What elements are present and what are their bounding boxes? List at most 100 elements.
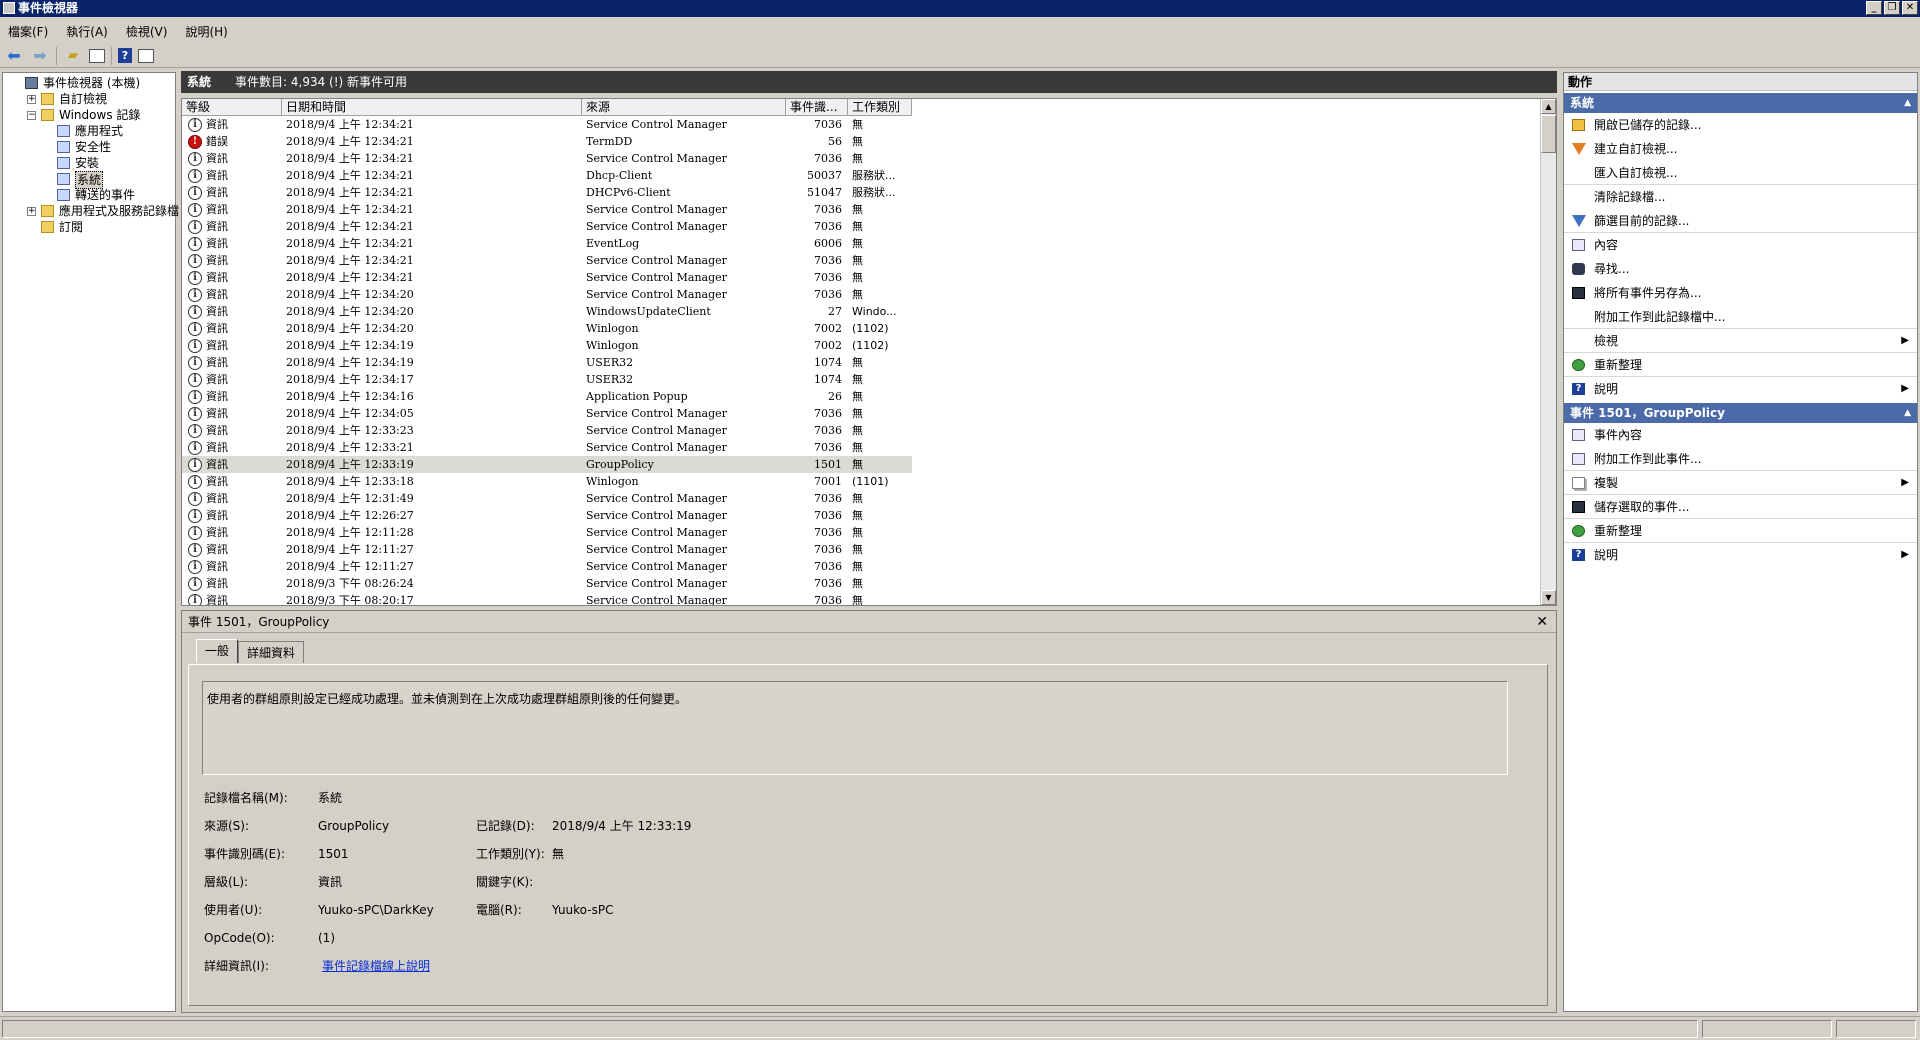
action-item[interactable]: 附加工作到此記錄檔中... <box>1564 305 1917 329</box>
more-info-link[interactable]: 事件記錄檔線上說明 <box>322 959 430 973</box>
table-row[interactable]: i 資訊 2018/9/4 上午 12:34:19 USER32 1074 無 <box>182 354 912 371</box>
action-item[interactable]: 尋找... <box>1564 257 1917 281</box>
action-item[interactable]: ? 說明 ▶ <box>1564 543 1917 567</box>
action-item[interactable]: 清除記錄檔... <box>1564 185 1917 209</box>
column-level[interactable]: 等級 <box>182 99 282 116</box>
menu-view[interactable]: 檢視(V) <box>126 23 168 40</box>
action-item[interactable]: 將所有事件另存為... <box>1564 281 1917 305</box>
column-source[interactable]: 來源 <box>582 99 786 116</box>
action-item[interactable]: 複製 ▶ <box>1564 471 1917 495</box>
event-list-header: 等級 日期和時間 來源 事件識... 工作類別 <box>182 99 1542 116</box>
restore-button[interactable]: ❐ <box>1884 1 1900 15</box>
action-item[interactable]: ? 說明 ▶ <box>1564 377 1917 401</box>
column-datetime[interactable]: 日期和時間 <box>282 99 582 116</box>
menu-file[interactable]: 檔案(F) <box>8 23 48 40</box>
table-row[interactable]: i 資訊 2018/9/4 上午 12:34:21 Service Control M… <box>182 218 912 235</box>
table-row[interactable]: i 資訊 2018/9/4 上午 12:34:21 Service Control M… <box>182 116 912 133</box>
info-icon: i <box>188 305 202 319</box>
show-hide-action-pane-icon[interactable] <box>138 48 154 63</box>
collapse-up-icon[interactable]: ▲ <box>1904 93 1911 113</box>
close-icon[interactable]: ✕ <box>1536 611 1548 633</box>
tree-node[interactable]: 安裝 <box>3 155 175 171</box>
collapse-up-icon[interactable]: ▲ <box>1904 403 1911 423</box>
table-row[interactable]: i 資訊 2018/9/4 上午 12:34:21 Service Control M… <box>182 150 912 167</box>
action-item[interactable]: 匯入自訂檢視... <box>1564 161 1917 185</box>
cell-task-category: 無 <box>852 526 863 539</box>
table-row[interactable]: i 資訊 2018/9/4 上午 12:33:19 GroupPolicy 1501 無 <box>182 456 912 473</box>
tree-node[interactable]: + 應用程式及服務記錄檔 <box>3 203 179 219</box>
cell-event-id: 7036 <box>814 407 842 420</box>
expand-plus-icon[interactable]: + <box>27 207 36 216</box>
action-item[interactable]: 內容 <box>1564 233 1917 257</box>
table-row[interactable]: i 資訊 2018/9/4 上午 12:34:20 Winlogon 7002 (1102… <box>182 320 912 337</box>
table-row[interactable]: i 資訊 2018/9/4 上午 12:33:23 Service Control M… <box>182 422 912 439</box>
table-row[interactable]: i 資訊 2018/9/4 上午 12:11:28 Service Control M… <box>182 524 912 541</box>
table-row[interactable]: i 資訊 2018/9/4 上午 12:34:21 Service Control M… <box>182 269 912 286</box>
menu-action[interactable]: 執行(A) <box>66 23 108 40</box>
actions-section-system[interactable]: 系統 ▲ <box>1564 93 1917 113</box>
back-arrow-icon[interactable]: ⬅ <box>4 46 24 65</box>
action-item[interactable]: 儲存選取的事件... <box>1564 495 1917 519</box>
tree-node[interactable]: 轉送的事件 <box>3 187 175 203</box>
table-row[interactable]: ! 錯誤 2018/9/4 上午 12:34:21 TermDD 56 無 <box>182 133 912 150</box>
cell-task-category: 無 <box>852 458 863 471</box>
scroll-thumb[interactable] <box>1541 115 1556 153</box>
table-row[interactable]: i 資訊 2018/9/4 上午 12:34:20 Service Control M… <box>182 286 912 303</box>
table-row[interactable]: i 資訊 2018/9/3 下午 08:26:24 Service Control M… <box>182 575 912 592</box>
collapse-minus-icon[interactable]: − <box>27 111 36 120</box>
table-row[interactable]: i 資訊 2018/9/4 上午 12:11:27 Service Control M… <box>182 541 912 558</box>
help-icon[interactable]: ? <box>118 48 132 63</box>
tree-node[interactable]: − Windows 記錄 <box>3 107 175 123</box>
tree-node[interactable]: 訂閱 <box>3 219 175 235</box>
table-row[interactable]: i 資訊 2018/9/3 下午 08:20:17 Service Control M… <box>182 592 912 605</box>
column-event-id[interactable]: 事件識... <box>786 99 848 116</box>
table-row[interactable]: i 資訊 2018/9/4 上午 12:34:05 Service Control M… <box>182 405 912 422</box>
cell-level: i 資訊 <box>182 235 282 252</box>
action-item[interactable]: 檢視 ▶ <box>1564 329 1917 353</box>
cell-source: Service Control Manager <box>586 509 727 522</box>
tree-node[interactable]: 應用程式 <box>3 123 175 139</box>
table-row[interactable]: i 資訊 2018/9/4 上午 12:34:19 Winlogon 7002 (1102… <box>182 337 912 354</box>
cell-task-category: 服務狀... <box>852 186 896 199</box>
event-list-scrollbar[interactable]: ▲ ▼ <box>1540 99 1556 605</box>
action-item[interactable]: 建立自訂檢視... <box>1564 137 1917 161</box>
forward-arrow-icon[interactable]: ➡ <box>30 46 50 65</box>
scroll-down-arrow-icon[interactable]: ▼ <box>1541 590 1556 605</box>
tab-general[interactable]: 一般 <box>196 639 239 663</box>
table-row[interactable]: i 資訊 2018/9/4 上午 12:34:21 EventLog 6006 無 <box>182 235 912 252</box>
action-item[interactable]: 附加工作到此事件... <box>1564 447 1917 471</box>
actions-section-event[interactable]: 事件 1501，GroupPolicy ▲ <box>1564 403 1917 423</box>
table-row[interactable]: i 資訊 2018/9/4 上午 12:33:21 Service Control M… <box>182 439 912 456</box>
table-row[interactable]: i 資訊 2018/9/4 上午 12:26:27 Service Control M… <box>182 507 912 524</box>
action-item[interactable]: 開啟已儲存的記錄... <box>1564 113 1917 137</box>
table-row[interactable]: i 資訊 2018/9/4 上午 12:34:21 Service Control M… <box>182 252 912 269</box>
table-row[interactable]: i 資訊 2018/9/4 上午 12:34:21 Dhcp-Client 50037 服… <box>182 167 912 184</box>
close-button[interactable]: ✕ <box>1902 1 1918 15</box>
expand-plus-icon[interactable]: + <box>27 95 36 104</box>
action-item[interactable]: 重新整理 <box>1564 519 1917 543</box>
tab-details[interactable]: 詳細資料 <box>238 641 305 663</box>
table-row[interactable]: i 資訊 2018/9/4 上午 12:11:27 Service Control M… <box>182 558 912 575</box>
action-item[interactable]: 重新整理 <box>1564 353 1917 377</box>
show-hide-tree-icon[interactable] <box>89 48 105 63</box>
table-row[interactable]: i 資訊 2018/9/4 上午 12:34:17 USER32 1074 無 <box>182 371 912 388</box>
table-row[interactable]: i 資訊 2018/9/4 上午 12:34:21 Service Control M… <box>182 201 912 218</box>
action-item[interactable]: 事件內容 <box>1564 423 1917 447</box>
table-row[interactable]: i 資訊 2018/9/4 上午 12:34:21 DHCPv6-Client 5104… <box>182 184 912 201</box>
tree-node[interactable]: 安全性 <box>3 139 175 155</box>
menu-help[interactable]: 說明(H) <box>185 23 227 40</box>
table-row[interactable]: i 資訊 2018/9/4 上午 12:34:16 Application Popup… <box>182 388 912 405</box>
cell-datetime: 2018/9/3 下午 08:26:24 <box>286 577 414 590</box>
column-task-category[interactable]: 工作類別 <box>848 99 912 116</box>
table-row[interactable]: i 資訊 2018/9/4 上午 12:33:18 Winlogon 7001 (1101… <box>182 473 912 490</box>
table-row[interactable]: i 資訊 2018/9/4 上午 12:31:49 Service Control M… <box>182 490 912 507</box>
tree-node[interactable]: 系統 <box>3 171 175 189</box>
tree-node[interactable]: 事件檢視器 (本機) <box>3 75 175 91</box>
table-row[interactable]: i 資訊 2018/9/4 上午 12:34:20 WindowsUpdateClie… <box>182 303 912 320</box>
event-description[interactable]: 使用者的群組原則設定已經成功處理。並未偵測到在上次成功處理群組原則後的任何變更。 <box>202 681 1508 775</box>
scroll-up-arrow-icon[interactable]: ▲ <box>1541 99 1556 114</box>
tree-node[interactable]: + 自訂檢視 <box>3 91 175 107</box>
action-item[interactable]: 篩選目前的記錄... <box>1564 209 1917 233</box>
minimize-button[interactable]: _ <box>1866 1 1882 15</box>
up-folder-icon[interactable]: ▰ <box>63 47 83 65</box>
